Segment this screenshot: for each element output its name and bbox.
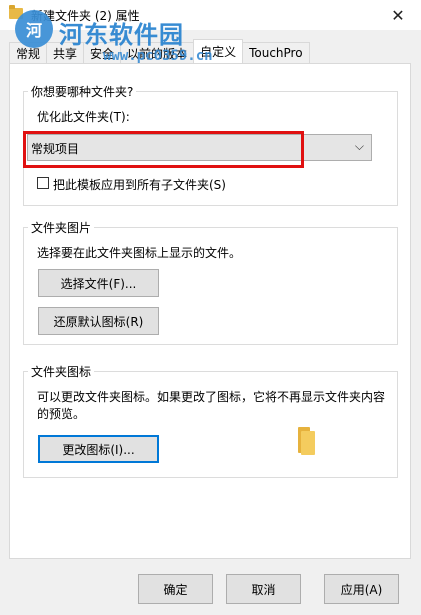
close-button[interactable]: ✕	[375, 0, 421, 30]
cancel-button[interactable]: 取消	[226, 574, 301, 604]
optimize-label: 优化此文件夹(T):	[37, 110, 130, 124]
folder-type-legend: 你想要哪种文件夹?	[31, 85, 134, 99]
tab-strip: 常规 共享 安全 以前的版本 自定义 TouchPro	[9, 39, 310, 63]
title-bar: 新建文件夹 (2) 属性 ✕	[0, 0, 421, 30]
apply-button[interactable]: 应用(A)	[324, 574, 399, 604]
chevron-down-icon: ⌵	[354, 139, 364, 153]
restore-default-button[interactable]: 还原默认图标(R)	[38, 307, 159, 335]
change-icon-button[interactable]: 更改图标(I)...	[38, 435, 159, 463]
tab-previous-versions[interactable]: 以前的版本	[120, 42, 195, 63]
optimize-dropdown[interactable]: 常规项目 ⌵	[27, 134, 372, 161]
folder-pictures-legend: 文件夹图片	[31, 221, 92, 235]
tab-general[interactable]: 常规	[9, 42, 48, 63]
ok-button[interactable]: 确定	[138, 574, 213, 604]
tab-sharing[interactable]: 共享	[46, 42, 85, 63]
window-title: 新建文件夹 (2) 属性	[31, 9, 140, 23]
folder-icons-description-line1: 可以更改文件夹图标。如果更改了图标，它将不再显示文件夹内容	[37, 390, 386, 404]
tab-touchpro[interactable]: TouchPro	[242, 42, 310, 63]
tab-security[interactable]: 安全	[83, 42, 122, 63]
optimize-dropdown-value: 常规项目	[31, 142, 80, 156]
folder-preview-icon	[298, 427, 316, 455]
apply-subfolders-label[interactable]: 把此模板应用到所有子文件夹(S)	[53, 176, 226, 193]
folder-icons-description-line2: 的预览。	[37, 407, 86, 421]
folder-pictures-description: 选择要在此文件夹图标上显示的文件。	[37, 246, 242, 260]
apply-subfolders-checkbox[interactable]	[37, 177, 49, 189]
tab-customize[interactable]: 自定义	[193, 39, 244, 63]
folder-icons-legend: 文件夹图标	[31, 365, 92, 379]
tab-panel-customize: 你想要哪种文件夹? 优化此文件夹(T): 常规项目 ⌵ 把此模板应用到所有子文件…	[9, 63, 411, 559]
choose-file-button[interactable]: 选择文件(F)...	[38, 269, 159, 297]
folder-icon	[9, 5, 23, 19]
